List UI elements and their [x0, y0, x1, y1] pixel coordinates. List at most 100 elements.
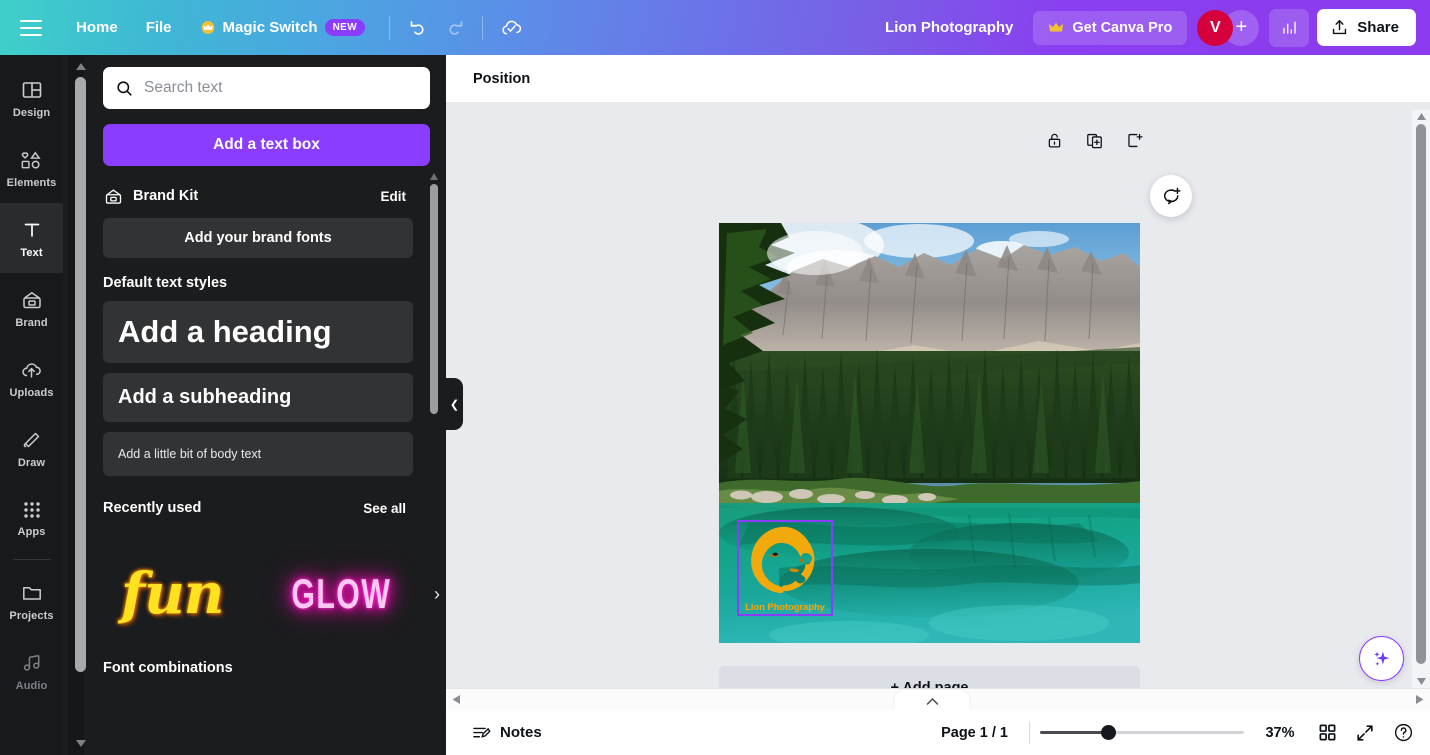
scroll-right-arrow-icon[interactable]	[1414, 694, 1425, 705]
editor-area: Position Lion Photography	[446, 55, 1430, 755]
recently-used-row: fun GLOW ›	[103, 534, 446, 654]
canvas-area[interactable]: Lion Photography + Add page	[446, 103, 1414, 707]
selected-element[interactable]: Lion Photography	[737, 520, 833, 616]
editor-vertical-scroll-thumb[interactable]	[1416, 124, 1426, 664]
insights-button[interactable]	[1269, 8, 1310, 47]
sidebar-item-brand-label: Brand	[15, 316, 48, 329]
bar-chart-icon	[1283, 21, 1296, 34]
duplicate-icon	[1086, 133, 1102, 148]
notes-label: Notes	[500, 724, 542, 741]
sidebar-item-design[interactable]: Design	[0, 63, 63, 133]
duplicate-page-button[interactable]	[1079, 125, 1109, 155]
sidebar-item-uploads-label: Uploads	[9, 386, 54, 399]
sidebar-item-audio[interactable]: Audio	[0, 636, 63, 706]
lock-page-button[interactable]	[1039, 125, 1069, 155]
scroll-up-arrow-icon[interactable]	[429, 172, 439, 182]
zoom-slider-fill	[1040, 731, 1108, 734]
notes-button[interactable]: Notes	[462, 717, 551, 749]
sidebar-item-text[interactable]: Text	[0, 203, 63, 273]
panel-outer-scroll-thumb[interactable]	[75, 77, 86, 672]
menu-magic-switch-label: Magic Switch	[222, 19, 318, 36]
sidebar-item-brand[interactable]: Brand	[0, 273, 63, 343]
text-panel: Add a text box Brand Kit Edit Add your b…	[63, 55, 446, 755]
document-title[interactable]: Lion Photography	[873, 12, 1025, 43]
avatar[interactable]: V	[1197, 9, 1234, 46]
menu-file-label: File	[145, 19, 172, 36]
magic-switch-new-badge: NEW	[324, 19, 366, 36]
add-text-box-button[interactable]: Add a text box	[103, 124, 430, 166]
magic-studio-button[interactable]	[1359, 636, 1404, 681]
grid-view-button[interactable]	[1310, 716, 1344, 750]
sidebar-item-elements[interactable]: Elements	[0, 133, 63, 203]
top-bar: Home File Magic Switch NEW Lion Photogra…	[0, 0, 1430, 55]
menu-home[interactable]: Home	[62, 12, 132, 43]
sidebar-item-projects[interactable]: Projects	[0, 566, 63, 636]
sidebar-item-apps[interactable]: Apps	[0, 483, 63, 553]
magic-sparkle-icon	[1373, 651, 1389, 666]
add-comment-button[interactable]	[1150, 175, 1192, 217]
panel-inner-scroll-thumb[interactable]	[430, 184, 438, 414]
sidebar-item-apps-label: Apps	[17, 525, 46, 538]
menu-home-label: Home	[76, 19, 118, 36]
sidebar-item-elements-label: Elements	[6, 176, 57, 189]
sidebar-item-draw[interactable]: Draw	[0, 413, 63, 483]
sidebar-item-text-label: Text	[20, 246, 43, 259]
panel-outer-scrollbar[interactable]	[68, 55, 87, 755]
bottombar-divider	[1029, 721, 1030, 744]
add-subheading-label: Add a subheading	[118, 386, 292, 408]
recent-font-fun[interactable]: fun	[121, 561, 225, 627]
hamburger-icon[interactable]	[18, 13, 48, 43]
design-page[interactable]: Lion Photography	[719, 223, 1140, 643]
add-body-text-tile[interactable]: Add a little bit of body text	[103, 432, 413, 476]
panel-inner-scrollbar[interactable]	[430, 172, 438, 755]
zoom-percentage[interactable]: 37%	[1254, 725, 1306, 741]
context-toolbar: Position	[446, 55, 1430, 103]
pen-icon	[23, 432, 39, 447]
add-brand-fonts-button[interactable]: Add your brand fonts	[103, 218, 413, 258]
search-input[interactable]	[143, 79, 418, 97]
recent-font-glow-label: GLOW	[290, 570, 391, 617]
scroll-left-arrow-icon[interactable]	[451, 694, 462, 705]
scroll-up-arrow-icon[interactable]	[1416, 112, 1427, 122]
zoom-slider[interactable]	[1040, 722, 1244, 744]
editor-vertical-scrollbar[interactable]	[1412, 110, 1430, 688]
left-rail: Design Elements Text Brand Uploads Draw …	[0, 55, 63, 755]
add-brand-fonts-label: Add your brand fonts	[184, 230, 332, 246]
sidebar-item-uploads[interactable]: Uploads	[0, 343, 63, 413]
undo-icon[interactable]	[400, 10, 436, 46]
cloud-check-icon[interactable]	[493, 10, 529, 46]
add-heading-tile[interactable]: Add a heading	[103, 301, 413, 363]
toolbar-divider-1	[389, 15, 391, 40]
redo-icon[interactable]	[436, 10, 472, 46]
default-text-styles-label: Default text styles	[103, 275, 228, 291]
scroll-up-arrow-icon[interactable]	[75, 61, 87, 73]
menu-magic-switch[interactable]: Magic Switch NEW	[186, 12, 380, 43]
share-label: Share	[1357, 19, 1399, 36]
notes-expand-tab[interactable]	[895, 690, 969, 712]
grid-view-icon	[1319, 724, 1335, 741]
add-page-after-button[interactable]	[1119, 125, 1149, 155]
recent-font-glow[interactable]: GLOW	[272, 570, 411, 618]
scroll-down-arrow-icon[interactable]	[1416, 676, 1427, 686]
search-text-box[interactable]	[103, 67, 430, 109]
help-button[interactable]	[1386, 716, 1420, 750]
music-note-icon	[23, 654, 39, 671]
grid-dots-icon	[23, 501, 40, 518]
fullscreen-button[interactable]	[1348, 716, 1382, 750]
get-canva-pro-button[interactable]: Get Canva Pro	[1033, 10, 1188, 45]
share-button[interactable]: Share	[1317, 9, 1416, 46]
scroll-down-arrow-icon[interactable]	[75, 737, 87, 749]
selected-element-caption: Lion Photography	[745, 602, 825, 613]
chevron-up-icon	[926, 697, 938, 705]
sidebar-item-draw-label: Draw	[17, 456, 46, 469]
add-subheading-tile[interactable]: Add a subheading	[103, 373, 413, 422]
brand-kit-edit-link[interactable]: Edit	[375, 186, 413, 207]
position-button[interactable]: Position	[462, 64, 541, 94]
menu-file[interactable]: File	[132, 12, 186, 43]
page-indicator[interactable]: Page 1 / 1	[930, 718, 1019, 748]
recently-used-see-all-link[interactable]: See all	[357, 498, 412, 519]
zoom-slider-knob[interactable]	[1101, 725, 1116, 740]
collapse-panel-handle[interactable]: ❮	[446, 378, 463, 430]
add-heading-label: Add a heading	[118, 314, 332, 349]
brand-kit-title: Brand Kit	[133, 188, 199, 204]
